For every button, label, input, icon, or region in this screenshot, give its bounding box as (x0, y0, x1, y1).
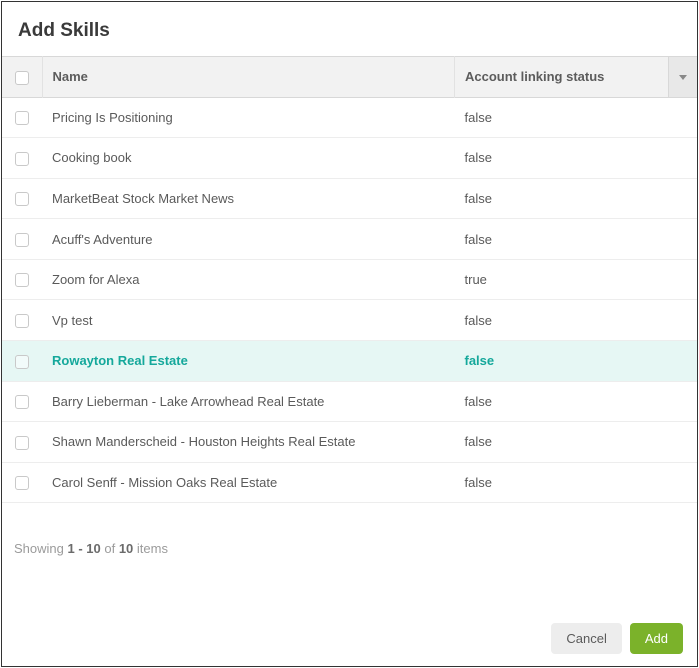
row-status-cell: false (455, 462, 698, 503)
table-row[interactable]: Pricing Is Positioningfalse (2, 97, 697, 138)
dialog-footer: Cancel Add (2, 611, 697, 666)
row-status-cell: false (455, 97, 698, 138)
row-checkbox[interactable] (15, 314, 29, 328)
skills-table: Name Account linking status Pricing Is P… (2, 56, 697, 503)
row-status-cell: false (455, 340, 698, 381)
table-row[interactable]: Shawn Manderscheid - Houston Heights Rea… (2, 422, 697, 463)
pagination-prefix: Showing (14, 541, 67, 556)
row-name-cell: Cooking book (42, 138, 455, 179)
add-skills-dialog: Add Skills Name Account linking status P… (1, 1, 698, 667)
row-name-cell: Vp test (42, 300, 455, 341)
row-checkbox-cell (2, 219, 42, 260)
pagination-suffix: items (133, 541, 168, 556)
dialog-header: Add Skills (2, 2, 697, 56)
row-name-cell: Zoom for Alexa (42, 259, 455, 300)
row-status-cell: false (455, 138, 698, 179)
row-name-cell: Barry Lieberman - Lake Arrowhead Real Es… (42, 381, 455, 422)
table-row[interactable]: Acuff's Adventurefalse (2, 219, 697, 260)
row-checkbox[interactable] (15, 152, 29, 166)
pagination-middle: of (101, 541, 119, 556)
add-button[interactable]: Add (630, 623, 683, 654)
table-header-row: Name Account linking status (2, 57, 697, 98)
column-header-select (2, 57, 42, 98)
column-options-button[interactable] (669, 57, 698, 98)
table-row[interactable]: Carol Senff - Mission Oaks Real Estatefa… (2, 462, 697, 503)
cancel-button[interactable]: Cancel (551, 623, 621, 654)
row-status-cell: false (455, 178, 698, 219)
row-checkbox-cell (2, 340, 42, 381)
row-status-cell: false (455, 422, 698, 463)
pagination-info: Showing 1 - 10 of 10 items (2, 503, 697, 568)
row-status-cell: false (455, 300, 698, 341)
row-checkbox-cell (2, 259, 42, 300)
row-checkbox-cell (2, 422, 42, 463)
pagination-range: 1 - 10 (67, 541, 100, 556)
row-status-cell: true (455, 259, 698, 300)
row-name-cell: MarketBeat Stock Market News (42, 178, 455, 219)
chevron-down-icon (679, 75, 687, 80)
row-checkbox[interactable] (15, 233, 29, 247)
row-checkbox-cell (2, 462, 42, 503)
row-checkbox[interactable] (15, 436, 29, 450)
row-name-cell: Rowayton Real Estate (42, 340, 455, 381)
pagination-total: 10 (119, 541, 133, 556)
column-header-status[interactable]: Account linking status (455, 57, 669, 98)
row-checkbox-cell (2, 300, 42, 341)
select-all-checkbox[interactable] (15, 71, 29, 85)
row-checkbox-cell (2, 178, 42, 219)
table-row[interactable]: Cooking bookfalse (2, 138, 697, 179)
table-row[interactable]: Vp testfalse (2, 300, 697, 341)
row-name-cell: Pricing Is Positioning (42, 97, 455, 138)
table-row[interactable]: MarketBeat Stock Market Newsfalse (2, 178, 697, 219)
row-name-cell: Carol Senff - Mission Oaks Real Estate (42, 462, 455, 503)
row-checkbox[interactable] (15, 273, 29, 287)
table-row[interactable]: Barry Lieberman - Lake Arrowhead Real Es… (2, 381, 697, 422)
row-name-cell: Shawn Manderscheid - Houston Heights Rea… (42, 422, 455, 463)
row-checkbox[interactable] (15, 395, 29, 409)
row-checkbox-cell (2, 97, 42, 138)
row-checkbox[interactable] (15, 355, 29, 369)
table-row[interactable]: Rowayton Real Estatefalse (2, 340, 697, 381)
row-checkbox[interactable] (15, 476, 29, 490)
row-name-cell: Acuff's Adventure (42, 219, 455, 260)
column-header-name[interactable]: Name (42, 57, 455, 98)
table-row[interactable]: Zoom for Alexatrue (2, 259, 697, 300)
row-checkbox-cell (2, 138, 42, 179)
row-status-cell: false (455, 381, 698, 422)
row-checkbox-cell (2, 381, 42, 422)
row-status-cell: false (455, 219, 698, 260)
row-checkbox[interactable] (15, 192, 29, 206)
row-checkbox[interactable] (15, 111, 29, 125)
dialog-title: Add Skills (18, 20, 681, 42)
